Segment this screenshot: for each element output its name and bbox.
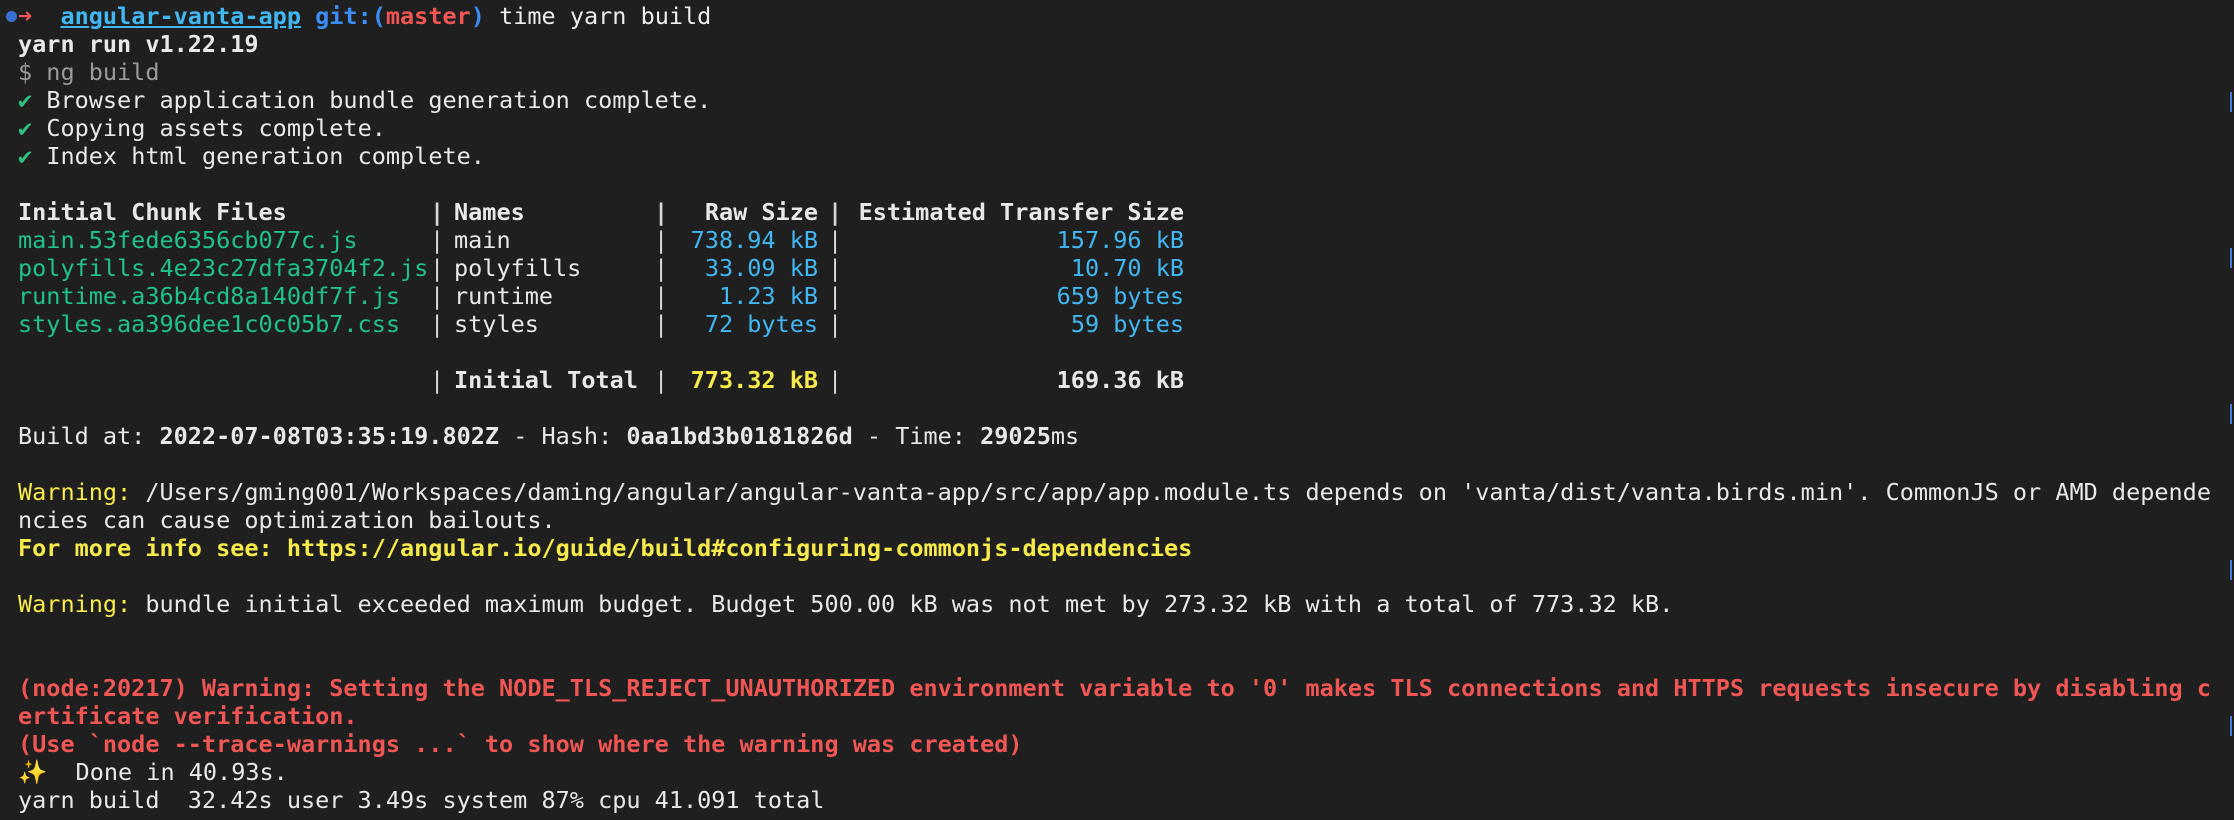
column-header-transfer-size: Estimated Transfer Size	[858, 198, 1184, 226]
column-separator: |	[654, 254, 669, 282]
column-separator: |	[430, 282, 445, 310]
total-raw-size: 773.32 kB	[690, 366, 818, 394]
sparkles-icon: ✨	[18, 758, 48, 786]
table-row: main.53fede6356cb077c.js | main | 738.94…	[18, 226, 2234, 254]
chunk-file: styles.aa396dee1c0c05b7.css	[18, 310, 401, 338]
check-icon: ✔	[18, 86, 33, 114]
chunk-file: polyfills.4e23c27dfa3704f2.js	[18, 254, 429, 282]
column-separator: |	[654, 226, 669, 254]
terminal-output: ➜ angular-vanta-app git:(master) time ya…	[6, 2, 2234, 814]
column-separator: |	[430, 226, 445, 254]
scroll-marker-icon	[2224, 92, 2232, 112]
ng-build-line: $ ng build	[18, 58, 160, 86]
chunk-file: runtime.a36b4cd8a140df7f.js	[18, 282, 401, 310]
git-prefix: git:(	[315, 2, 386, 30]
column-separator: |	[828, 282, 843, 310]
column-separator: |	[828, 198, 843, 226]
column-separator: |	[430, 366, 445, 394]
build-at-label: Build at:	[18, 422, 160, 450]
build-time: 29025	[980, 422, 1051, 450]
prompt-arrow-icon: ➜	[18, 2, 33, 30]
column-separator: |	[430, 198, 445, 226]
check-icon: ✔	[18, 114, 33, 142]
total-transfer-size: 169.36 kB	[1056, 366, 1184, 394]
done-line: ✨ Done in 40.93s.	[18, 758, 2234, 786]
check-text: Copying assets complete.	[46, 114, 386, 142]
more-info-line: For more info see: https://angular.io/gu…	[18, 534, 1193, 562]
column-separator: |	[828, 366, 843, 394]
chunk-name: runtime	[454, 282, 554, 310]
column-header-files: Initial Chunk Files	[18, 198, 287, 226]
git-branch: master	[385, 2, 471, 30]
command-text: time yarn build	[499, 2, 712, 30]
chunk-file: main.53fede6356cb077c.js	[18, 226, 358, 254]
column-separator: |	[828, 254, 843, 282]
column-separator: |	[828, 226, 843, 254]
column-separator: |	[654, 366, 669, 394]
chunk-raw-size: 33.09 kB	[704, 254, 818, 282]
scroll-marker-icon	[2224, 560, 2232, 580]
chunk-transfer-size: 10.70 kB	[1070, 254, 1184, 282]
prompt-line: ➜ angular-vanta-app git:(master) time ya…	[18, 2, 2234, 30]
git-suffix: )	[470, 2, 485, 30]
table-row: polyfills.4e23c27dfa3704f2.js | polyfill…	[18, 254, 2234, 282]
chunk-name: polyfills	[454, 254, 582, 282]
trace-warnings-hint: (Use `node --trace-warnings ...` to show…	[18, 730, 1023, 758]
prompt-marker-icon	[6, 11, 17, 22]
column-separator: |	[430, 254, 445, 282]
column-separator: |	[828, 310, 843, 338]
chunk-raw-size: 738.94 kB	[690, 226, 818, 254]
budget-warning: Warning: bundle initial exceeded maximum…	[18, 590, 2234, 618]
time-label: - Time:	[852, 422, 981, 450]
chunk-transfer-size: 59 bytes	[1070, 310, 1184, 338]
warning-text: bundle initial exceeded maximum budget. …	[131, 590, 1674, 618]
chunk-table-header: Initial Chunk Files | Names | Raw Size |…	[18, 198, 2234, 226]
warning-text: /Users/gming001/Workspaces/daming/angula…	[18, 478, 2211, 534]
build-hash: 0aa1bd3b0181826d	[626, 422, 853, 450]
timing-line: yarn build 32.42s user 3.49s system 87% …	[18, 786, 825, 814]
column-separator: |	[654, 198, 669, 226]
scroll-marker-icon	[2224, 404, 2232, 424]
hash-label: - Hash:	[499, 422, 627, 450]
column-separator: |	[430, 310, 445, 338]
table-row: styles.aa396dee1c0c05b7.css | styles | 7…	[18, 310, 2234, 338]
chunk-raw-size: 1.23 kB	[718, 282, 818, 310]
column-header-names: Names	[454, 198, 525, 226]
chunk-name: main	[454, 226, 511, 254]
check-line: ✔ Copying assets complete.	[18, 114, 2234, 142]
check-text: Index html generation complete.	[46, 142, 485, 170]
node-tls-warning: (node:20217) Warning: Setting the NODE_T…	[18, 674, 2211, 730]
done-text: Done in 40.93s.	[47, 758, 288, 786]
check-text: Browser application bundle generation co…	[46, 86, 712, 114]
warning-label: Warning:	[18, 478, 132, 506]
column-separator: |	[654, 282, 669, 310]
warning-label: Warning:	[18, 590, 132, 618]
chunk-transfer-size: 659 bytes	[1056, 282, 1184, 310]
total-label: Initial Total	[454, 366, 638, 394]
time-unit: ms	[1050, 422, 1080, 450]
check-icon: ✔	[18, 142, 33, 170]
column-separator: |	[654, 310, 669, 338]
chunk-name: styles	[454, 310, 539, 338]
table-row: runtime.a36b4cd8a140df7f.js | runtime | …	[18, 282, 2234, 310]
commonjs-warning: Warning: /Users/gming001/Workspaces/dami…	[18, 478, 2234, 534]
check-line: ✔ Browser application bundle generation …	[18, 86, 2234, 114]
build-info-line: Build at: 2022-07-08T03:35:19.802Z - Has…	[18, 422, 2234, 450]
prompt-directory: angular-vanta-app	[60, 2, 301, 30]
scroll-marker-icon	[2224, 716, 2232, 736]
check-line: ✔ Index html generation complete.	[18, 142, 2234, 170]
build-timestamp: 2022-07-08T03:35:19.802Z	[159, 422, 500, 450]
chunk-raw-size: 72 bytes	[704, 310, 818, 338]
scroll-marker-icon	[2224, 248, 2232, 268]
chunk-total-row: | Initial Total | 773.32 kB | 169.36 kB	[18, 366, 2234, 394]
chunk-transfer-size: 157.96 kB	[1056, 226, 1184, 254]
column-header-raw-size: Raw Size	[704, 198, 818, 226]
yarn-run-line: yarn run v1.22.19	[18, 30, 259, 58]
